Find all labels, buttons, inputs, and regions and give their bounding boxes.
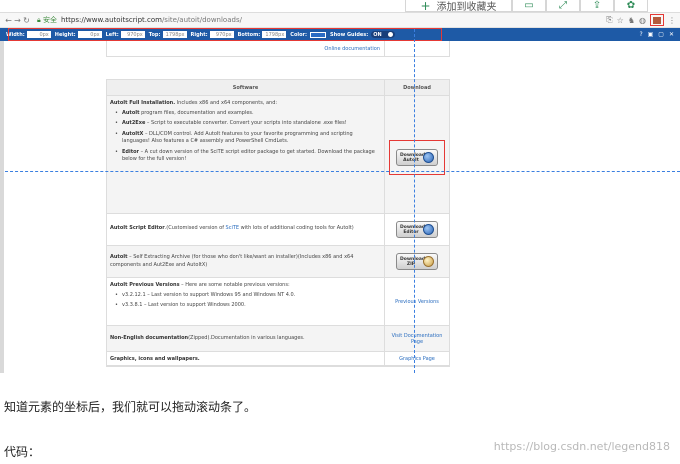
table-row: Graphics, icons and wallpapers. Graphics… <box>107 352 449 366</box>
downloads-content: Online documentation Software Download A… <box>106 41 450 367</box>
menu-icon[interactable]: ⋮ <box>668 16 676 25</box>
full-title: AutoIt Full Installation. <box>110 100 176 106</box>
table-row: AutoIt Full Installation. Includes x86 a… <box>107 96 449 214</box>
help-icon[interactable]: ? <box>639 31 642 38</box>
list-item: v3.2.12.1 – Last version to support Wind… <box>110 292 381 300</box>
url-host: https://www.autoitscript.com <box>60 16 162 24</box>
online-docs-row: Online documentation <box>106 41 450 57</box>
table-row: AutoIt Previous Versions – Here are some… <box>107 278 449 326</box>
graphics-page-link[interactable]: Graphics Page <box>399 356 435 362</box>
vertical-guide-line <box>414 29 415 373</box>
back-icon[interactable]: ← <box>4 16 13 25</box>
zip-icon <box>423 256 434 267</box>
list-item: v3.3.8.1 – Last version to support Windo… <box>110 302 381 310</box>
browser-window: ← → ↻ 🔒︎ 安全 https://www.autoitscript.com… <box>0 12 680 373</box>
previous-versions-link[interactable]: Previous Versions <box>395 299 439 305</box>
table-row: AutoIt – Self Extracting Archive (for th… <box>107 246 449 278</box>
selfext-title: AutoIt <box>110 254 128 260</box>
scite-link[interactable]: SciTE <box>226 225 240 231</box>
table-header: Software Download <box>107 80 449 96</box>
dock-icon[interactable]: ▣ <box>648 31 654 38</box>
table-row: Non-English documentation(Zipped).Docume… <box>107 326 449 352</box>
add-to-favorites-button[interactable]: + 添加到收藏夹 <box>405 0 512 13</box>
full-desc: Includes x86 and x64 components, and: <box>175 100 278 106</box>
download-editor-button[interactable]: Download Editor <box>396 221 438 238</box>
url-text[interactable]: https://www.autoitscript.com/site/autoit… <box>61 16 242 24</box>
table-row: AutoIt Script Editor.(Customised version… <box>107 214 449 246</box>
selfext-text: – Self Extracting Archive (for those who… <box>110 254 354 268</box>
blog-toolbar: + 添加到收藏夹 ▭ ⤢ ⇪ ✿ <box>405 0 680 13</box>
visit-docs-link[interactable]: Visit Documentation Page <box>385 333 449 345</box>
page-ruler-toolbar: Width: 0px Height: 0px Left: 970px Top: 1798… <box>0 28 680 41</box>
url-path: /site/autoit/downloads/ <box>161 16 242 24</box>
download-autoit-highlight: Download AutoIt <box>389 140 445 175</box>
minimize-icon[interactable]: ▢ <box>658 31 664 38</box>
list-item: AutoIt program files, documentation and … <box>110 110 381 118</box>
horizontal-guide-line <box>0 171 680 172</box>
editor-title: AutoIt Script Editor <box>110 225 165 231</box>
download-zip-button[interactable]: Download ZIP <box>396 253 438 270</box>
left-scroll-strip <box>0 41 4 373</box>
software-table: Software Download AutoIt Full Installati… <box>106 79 450 367</box>
extension-icon[interactable]: ♞ <box>628 16 635 25</box>
graphics-title: Graphics, icons and wallpapers. <box>110 356 200 362</box>
address-bar-actions: ⎘ ☆ ♞ ◍ ⋮ <box>606 14 680 26</box>
plus-icon: + <box>420 0 431 13</box>
star-icon[interactable]: ☆ <box>617 16 624 25</box>
watermark: https://blog.csdn.net/legend818 <box>493 440 670 453</box>
forward-icon[interactable]: → <box>13 16 22 25</box>
reload-icon[interactable]: ↻ <box>22 16 31 25</box>
article-paragraph: 知道元素的坐标后，我们就可以拖动滚动条了。 <box>4 400 257 414</box>
non-english-title: Non-English documentation <box>110 335 189 341</box>
settings-icon[interactable]: ✿ <box>614 0 648 12</box>
address-bar-row: ← → ↻ 🔒︎ 安全 https://www.autoitscript.com… <box>0 13 680 28</box>
list-item: Editor – A cut down version of the SciTE… <box>110 149 381 164</box>
translate-icon[interactable]: ⎘ <box>606 15 612 25</box>
download-orb-icon <box>423 224 434 235</box>
list-item: Aut2Exe – Script to executable converter… <box>110 120 381 128</box>
header-software: Software <box>107 80 385 95</box>
article-code-label: 代码： <box>4 445 41 459</box>
expand-icon[interactable]: ⤢ <box>546 0 580 12</box>
bookmark-icon[interactable]: ▭ <box>512 0 546 12</box>
list-item: AutoItX – DLL/COM control. Add AutoIt fe… <box>110 131 381 146</box>
page-viewport: Online documentation Software Download A… <box>0 41 680 373</box>
adblock-icon[interactable]: ◍ <box>639 16 646 25</box>
header-download: Download <box>403 84 431 91</box>
secure-badge: 🔒︎ 安全 <box>37 16 57 24</box>
ruler-actions: ? ▣ ▢ ✕ <box>639 31 680 38</box>
close-icon[interactable]: ✕ <box>669 31 674 38</box>
online-docs-link[interactable]: Online documentation <box>324 46 380 52</box>
page-ruler-extension-icon[interactable] <box>650 14 664 26</box>
ruler-highlight-frame <box>8 28 442 41</box>
download-autoit-button[interactable]: Download AutoIt <box>396 149 438 166</box>
download-orb-icon <box>423 152 434 163</box>
export-icon[interactable]: ⇪ <box>580 0 614 12</box>
previous-title: AutoIt Previous Versions <box>110 282 180 288</box>
